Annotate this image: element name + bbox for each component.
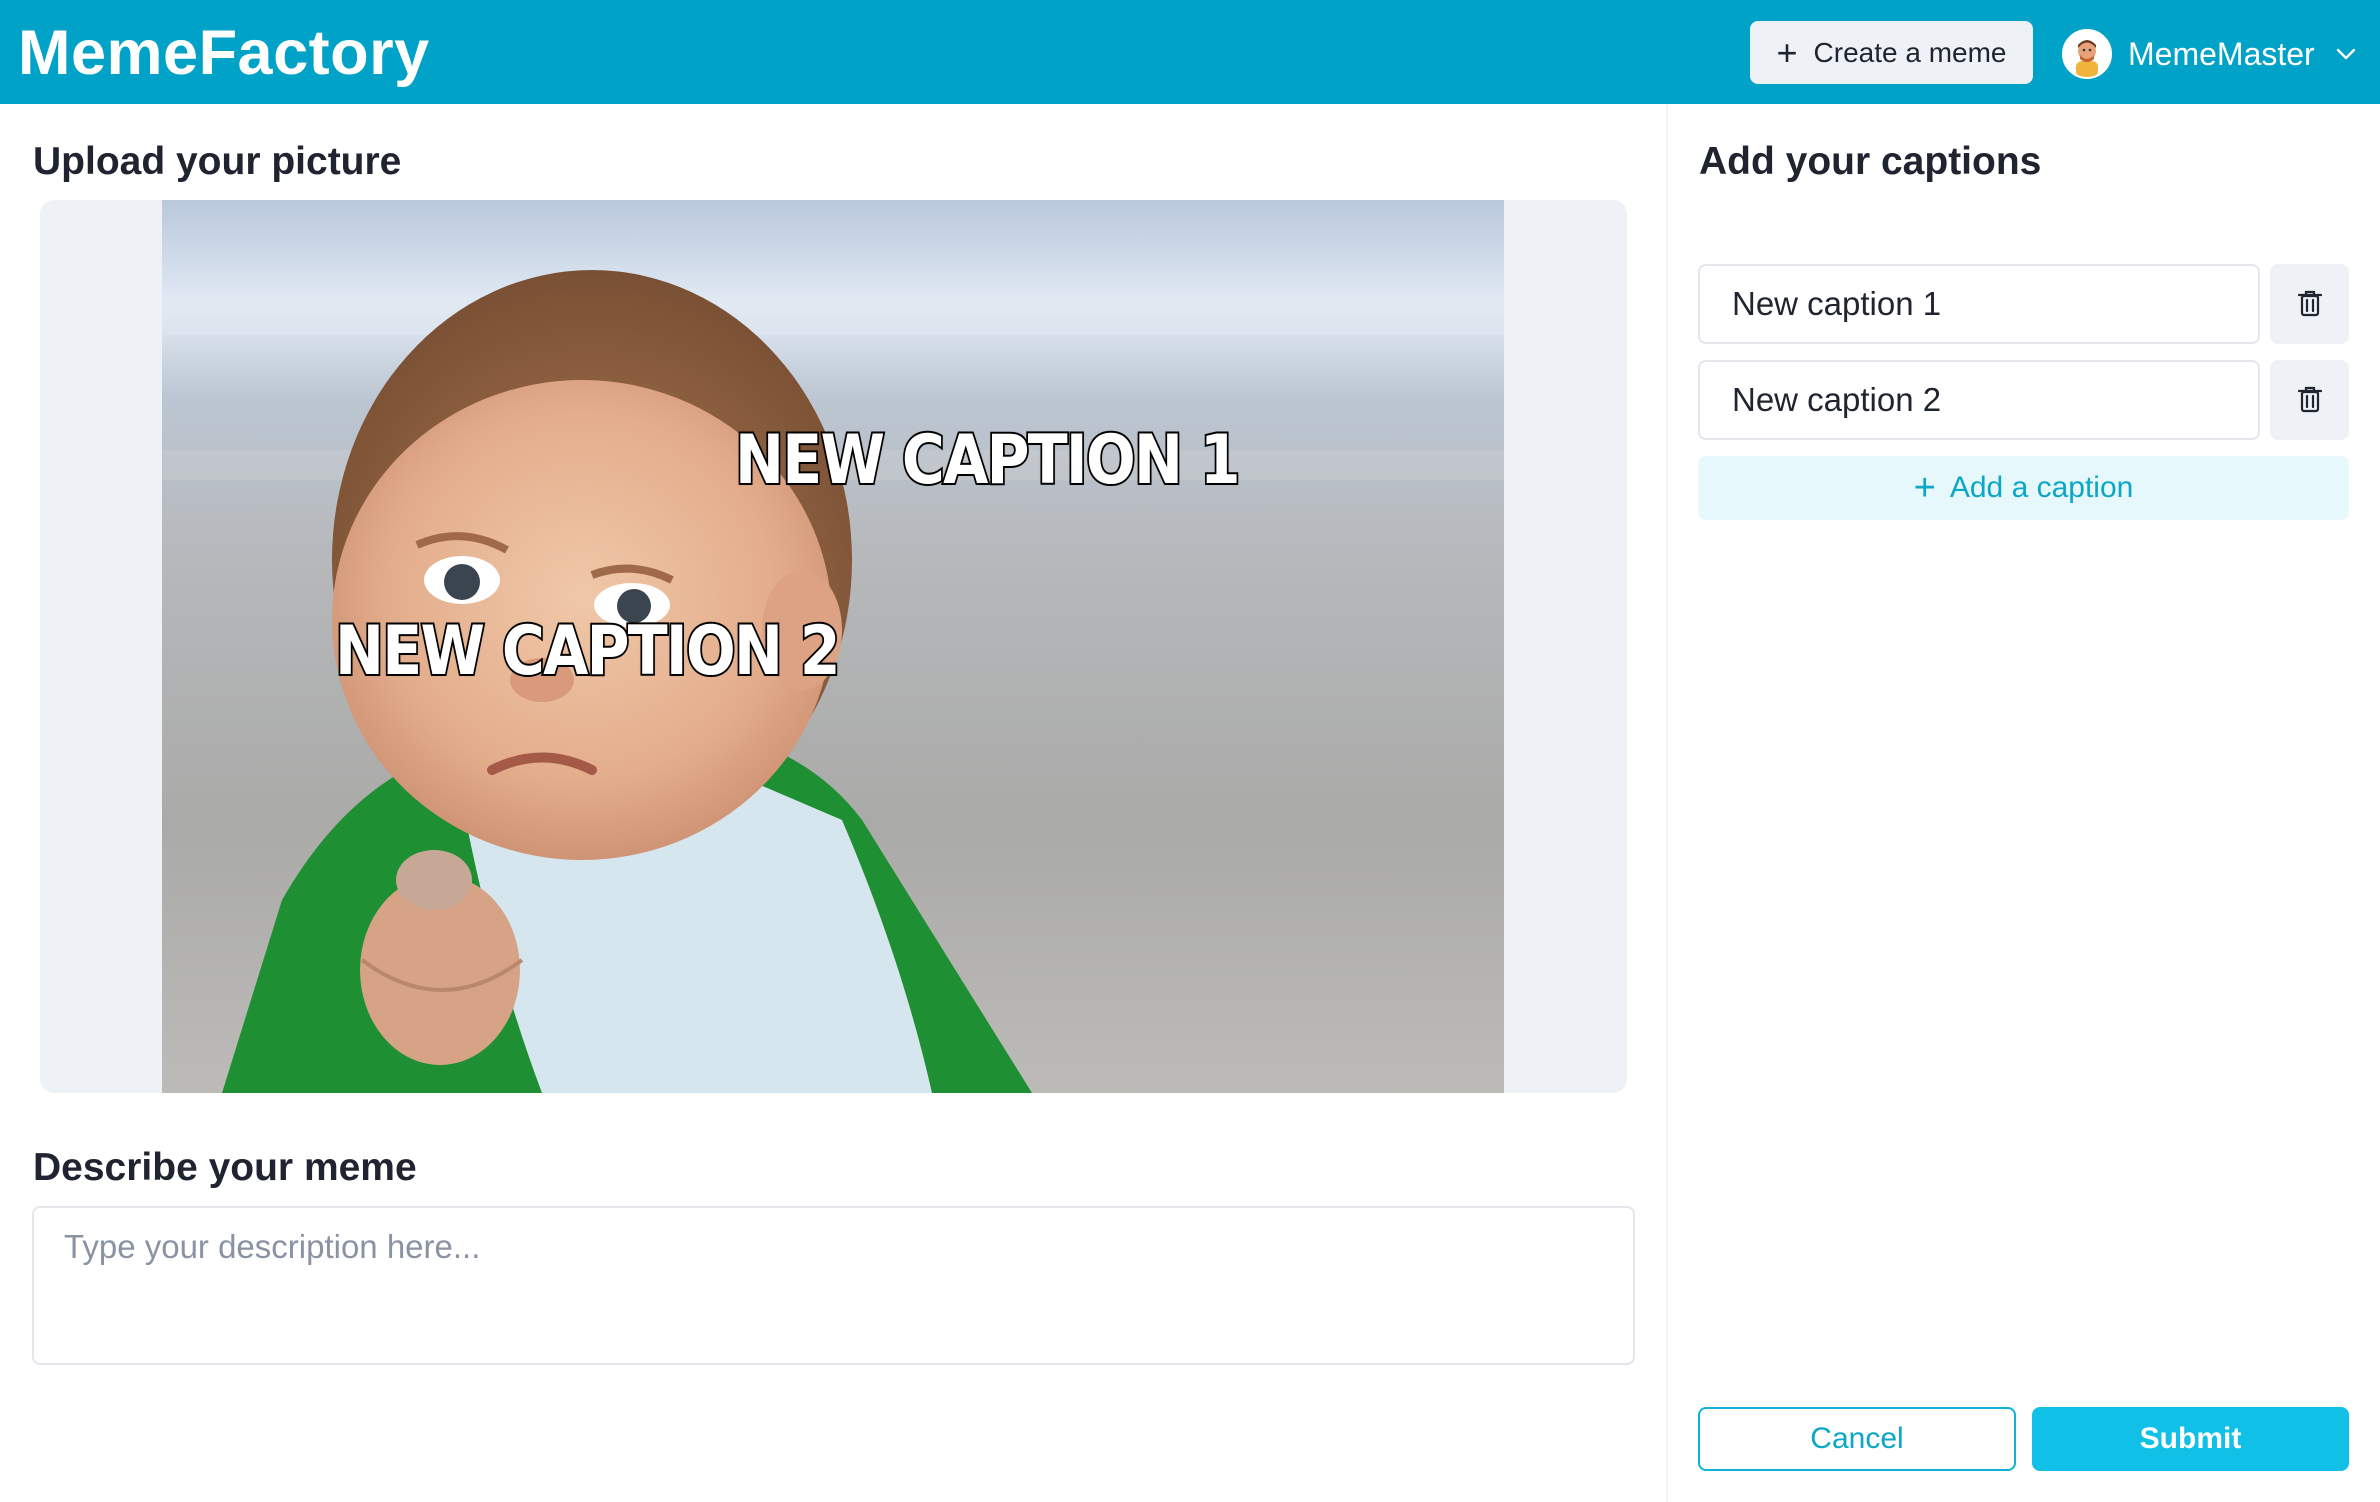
add-caption-button[interactable]: + Add a caption (1698, 456, 2349, 520)
plus-icon: + (1913, 467, 1936, 509)
app-logo[interactable]: MemeFactory (18, 18, 430, 88)
user-avatar-icon (2062, 29, 2112, 79)
delete-caption-1-button[interactable] (2270, 264, 2349, 344)
meme-caption-overlay-2[interactable]: NEW CAPTION 2 (333, 611, 842, 693)
create-meme-button[interactable]: + Create a meme (1750, 21, 2033, 84)
create-meme-label: Create a meme (1813, 36, 2007, 68)
trash-icon (2297, 386, 2322, 413)
image-upload-area[interactable]: NEW CAPTION 1 NEW CAPTION 2 (40, 200, 1627, 1093)
meme-caption-overlay-1[interactable]: NEW CAPTION 1 (733, 420, 1242, 502)
cancel-button[interactable]: Cancel (1698, 1407, 2016, 1471)
column-divider (1666, 104, 1668, 1502)
username: MemeMaster (2128, 35, 2315, 72)
user-menu[interactable]: MemeMaster (2062, 26, 2357, 82)
submit-button[interactable]: Submit (2032, 1407, 2349, 1471)
captions-heading: Add your captions (1699, 140, 2042, 183)
describe-heading: Describe your meme (33, 1146, 417, 1189)
caption-input-1[interactable] (1698, 264, 2260, 344)
caption-input-2[interactable] (1698, 360, 2260, 440)
add-caption-label: Add a caption (1949, 471, 2134, 504)
upload-heading: Upload your picture (33, 140, 402, 183)
plus-icon: + (1776, 31, 1798, 73)
description-textarea[interactable] (32, 1206, 1635, 1365)
chevron-down-icon (2336, 48, 2355, 60)
delete-caption-2-button[interactable] (2270, 360, 2349, 440)
top-bar: MemeFactory + Create a meme MemeMaster (0, 0, 2380, 104)
trash-icon (2297, 290, 2322, 317)
